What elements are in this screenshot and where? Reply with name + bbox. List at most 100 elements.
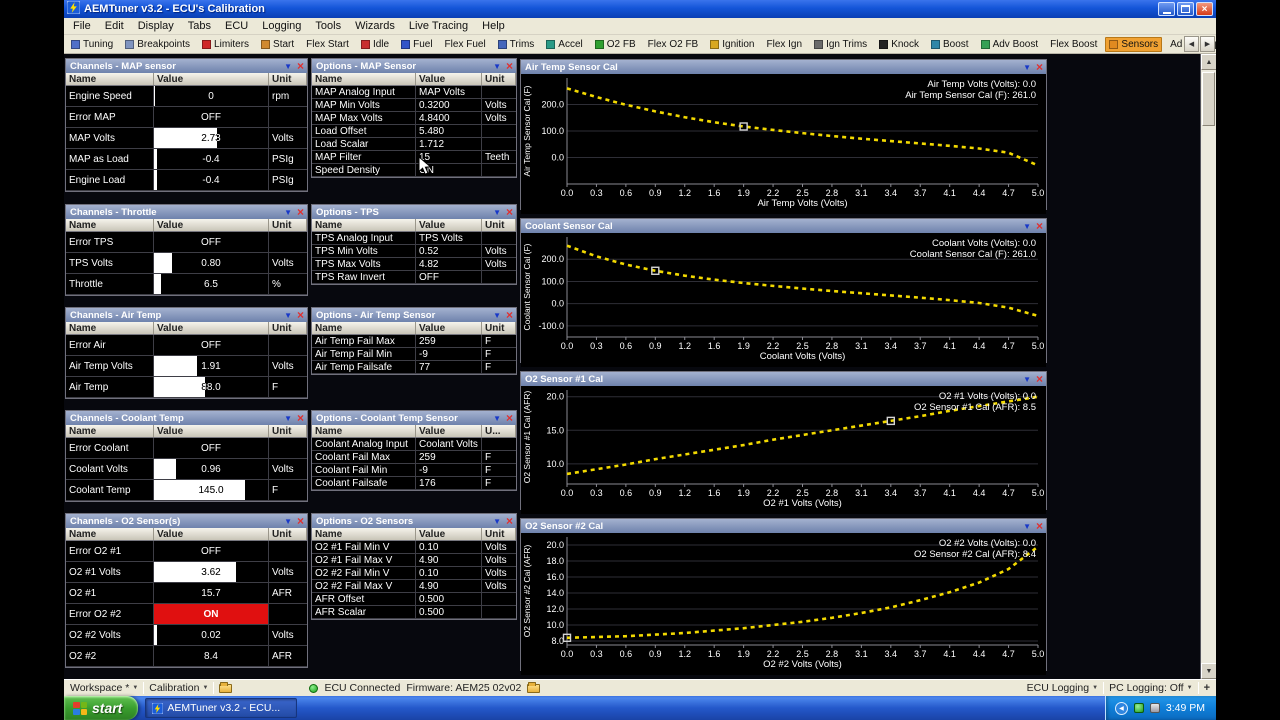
row-value-cell[interactable]: 259 bbox=[416, 335, 482, 347]
close-icon[interactable]: × bbox=[506, 207, 513, 217]
close-icon[interactable]: × bbox=[1036, 221, 1043, 231]
toolbar-start-button[interactable]: Start bbox=[257, 37, 298, 52]
row-value-cell[interactable]: ON bbox=[416, 164, 482, 176]
toolbar-ignition-button[interactable]: Ignition bbox=[706, 37, 758, 52]
close-icon[interactable]: × bbox=[297, 207, 304, 217]
menu-help[interactable]: Help bbox=[475, 19, 512, 33]
ecu-logging-selector[interactable]: ECU Logging ▼ bbox=[1027, 682, 1098, 694]
toolbar-sensors-button[interactable]: Sensors bbox=[1105, 37, 1162, 52]
close-icon[interactable]: × bbox=[1036, 521, 1043, 531]
chart-body[interactable]: 200.0100.00.00.00.30.60.91.21.61.92.22.5… bbox=[521, 74, 1046, 214]
menu-tabs[interactable]: Tabs bbox=[181, 19, 218, 33]
row-value-cell[interactable]: 15 bbox=[416, 151, 482, 163]
close-icon[interactable]: × bbox=[1036, 374, 1043, 384]
tray-app-icon[interactable] bbox=[1134, 703, 1144, 713]
folder-icon[interactable] bbox=[219, 684, 232, 693]
toolbar-scroll-right-icon[interactable]: ▶ bbox=[1200, 36, 1215, 52]
workspace-selector[interactable]: Workspace * ▼ bbox=[70, 682, 138, 694]
toolbar-flex-o2-fb-button[interactable]: Flex O2 FB bbox=[644, 37, 703, 52]
collapse-icon[interactable]: ▼ bbox=[284, 414, 292, 423]
chart-canvas[interactable]: 20.015.010.00.00.30.60.91.21.61.92.22.52… bbox=[521, 386, 1046, 509]
row-value-cell[interactable]: TPS Volts bbox=[416, 232, 482, 244]
menu-display[interactable]: Display bbox=[131, 19, 181, 33]
start-button[interactable]: start bbox=[64, 696, 138, 720]
collapse-icon[interactable]: ▼ bbox=[284, 311, 292, 320]
row-value-cell[interactable]: 0.500 bbox=[416, 593, 482, 605]
toolbar-ign-trims-button[interactable]: Ign Trims bbox=[810, 37, 871, 52]
toolbar-fuel-button[interactable]: Fuel bbox=[397, 37, 436, 52]
toolbar-flex-ign-button[interactable]: Flex Ign bbox=[762, 37, 806, 52]
toolbar-o2-fb-button[interactable]: O2 FB bbox=[591, 37, 640, 52]
collapse-icon[interactable]: ▼ bbox=[284, 517, 292, 526]
toolbar-accel-button[interactable]: Accel bbox=[542, 37, 586, 52]
row-value-cell[interactable]: 0.500 bbox=[416, 606, 482, 618]
toolbar-flex-start-button[interactable]: Flex Start bbox=[302, 37, 353, 52]
row-value-cell[interactable]: 77 bbox=[416, 361, 482, 373]
toolbar-limiters-button[interactable]: Limiters bbox=[198, 37, 253, 52]
collapse-icon[interactable]: ▼ bbox=[284, 208, 292, 217]
row-value-cell[interactable]: 176 bbox=[416, 477, 482, 489]
row-value-cell[interactable]: 0.3200 bbox=[416, 99, 482, 111]
close-icon[interactable]: × bbox=[506, 61, 513, 71]
collapse-icon[interactable]: ▼ bbox=[284, 62, 292, 71]
scroll-down-icon[interactable]: ▼ bbox=[1201, 663, 1216, 679]
row-value-cell[interactable]: 0.52 bbox=[416, 245, 482, 257]
chart-canvas[interactable]: 20.018.016.014.012.010.08.00.00.30.60.91… bbox=[521, 533, 1046, 670]
close-icon[interactable]: × bbox=[506, 413, 513, 423]
row-value-cell[interactable]: MAP Volts bbox=[416, 86, 482, 98]
toolbar-adv-boost-button[interactable]: Adv Boost bbox=[977, 37, 1043, 52]
toolbar-flex-boost-button[interactable]: Flex Boost bbox=[1046, 37, 1101, 52]
close-button[interactable]: × bbox=[1196, 2, 1213, 16]
chart-body[interactable]: 20.015.010.00.00.30.60.91.21.61.92.22.52… bbox=[521, 386, 1046, 514]
toolbar-tuning-button[interactable]: Tuning bbox=[67, 37, 117, 52]
chart-canvas[interactable]: 200.0100.00.00.00.30.60.91.21.61.92.22.5… bbox=[521, 74, 1046, 209]
chart-body[interactable]: 200.0100.00.0-100.00.00.30.60.91.21.61.9… bbox=[521, 233, 1046, 367]
menu-wizards[interactable]: Wizards bbox=[348, 19, 402, 33]
menu-ecu[interactable]: ECU bbox=[218, 19, 255, 33]
collapse-icon[interactable]: ▼ bbox=[493, 517, 501, 526]
menu-tools[interactable]: Tools bbox=[308, 19, 348, 33]
toolbar-scroll-left-icon[interactable]: ◀ bbox=[1184, 36, 1199, 52]
close-icon[interactable]: × bbox=[1036, 62, 1043, 72]
menu-logging[interactable]: Logging bbox=[255, 19, 308, 33]
pc-logging-selector[interactable]: PC Logging: Off ▼ bbox=[1109, 682, 1192, 694]
calibration-selector[interactable]: Calibration ▼ bbox=[149, 682, 208, 694]
close-icon[interactable]: × bbox=[506, 516, 513, 526]
row-value-cell[interactable]: 4.90 bbox=[416, 580, 482, 592]
close-icon[interactable]: × bbox=[297, 310, 304, 320]
move-crosshair-icon[interactable]: + bbox=[1204, 682, 1210, 694]
row-value-cell[interactable]: 0.10 bbox=[416, 541, 482, 553]
close-icon[interactable]: × bbox=[297, 413, 304, 423]
scrollbar-thumb[interactable] bbox=[1202, 72, 1215, 126]
row-value-cell[interactable]: 4.90 bbox=[416, 554, 482, 566]
maximize-button[interactable] bbox=[1177, 2, 1194, 16]
chart-canvas[interactable]: 200.0100.00.0-100.00.00.30.60.91.21.61.9… bbox=[521, 233, 1046, 362]
collapse-icon[interactable]: ▼ bbox=[1023, 522, 1031, 531]
row-value-cell[interactable]: Coolant Volts bbox=[416, 438, 482, 450]
tray-network-icon[interactable] bbox=[1150, 703, 1160, 713]
row-value-cell[interactable]: 5.480 bbox=[416, 125, 482, 137]
toolbar-trims-button[interactable]: Trims bbox=[494, 37, 539, 52]
toolbar-breakpoints-button[interactable]: Breakpoints bbox=[121, 37, 194, 52]
collapse-icon[interactable]: ▼ bbox=[493, 208, 501, 217]
menu-file[interactable]: File bbox=[66, 19, 98, 33]
collapse-icon[interactable]: ▼ bbox=[1023, 375, 1031, 384]
row-value-cell[interactable]: 259 bbox=[416, 451, 482, 463]
menu-edit[interactable]: Edit bbox=[98, 19, 131, 33]
close-icon[interactable]: × bbox=[297, 516, 304, 526]
row-value-cell[interactable]: 0.10 bbox=[416, 567, 482, 579]
chart-body[interactable]: 20.018.016.014.012.010.08.00.00.30.60.91… bbox=[521, 533, 1046, 675]
toolbar-flex-fuel-button[interactable]: Flex Fuel bbox=[441, 37, 490, 52]
toolbar-boost-button[interactable]: Boost bbox=[927, 37, 973, 52]
row-value-cell[interactable]: 1.712 bbox=[416, 138, 482, 150]
toolbar-knock-button[interactable]: Knock bbox=[875, 37, 923, 52]
menu-live-tracing[interactable]: Live Tracing bbox=[402, 19, 475, 33]
row-value-cell[interactable]: -9 bbox=[416, 348, 482, 360]
row-value-cell[interactable]: OFF bbox=[416, 271, 482, 283]
collapse-icon[interactable]: ▼ bbox=[1023, 63, 1031, 72]
folder-icon[interactable] bbox=[527, 684, 540, 693]
collapse-icon[interactable]: ▼ bbox=[493, 414, 501, 423]
minimize-button[interactable] bbox=[1158, 2, 1175, 16]
collapse-icon[interactable]: ▼ bbox=[1023, 222, 1031, 231]
taskbar-window-button[interactable]: AEMTuner v3.2 - ECU... bbox=[145, 698, 297, 718]
